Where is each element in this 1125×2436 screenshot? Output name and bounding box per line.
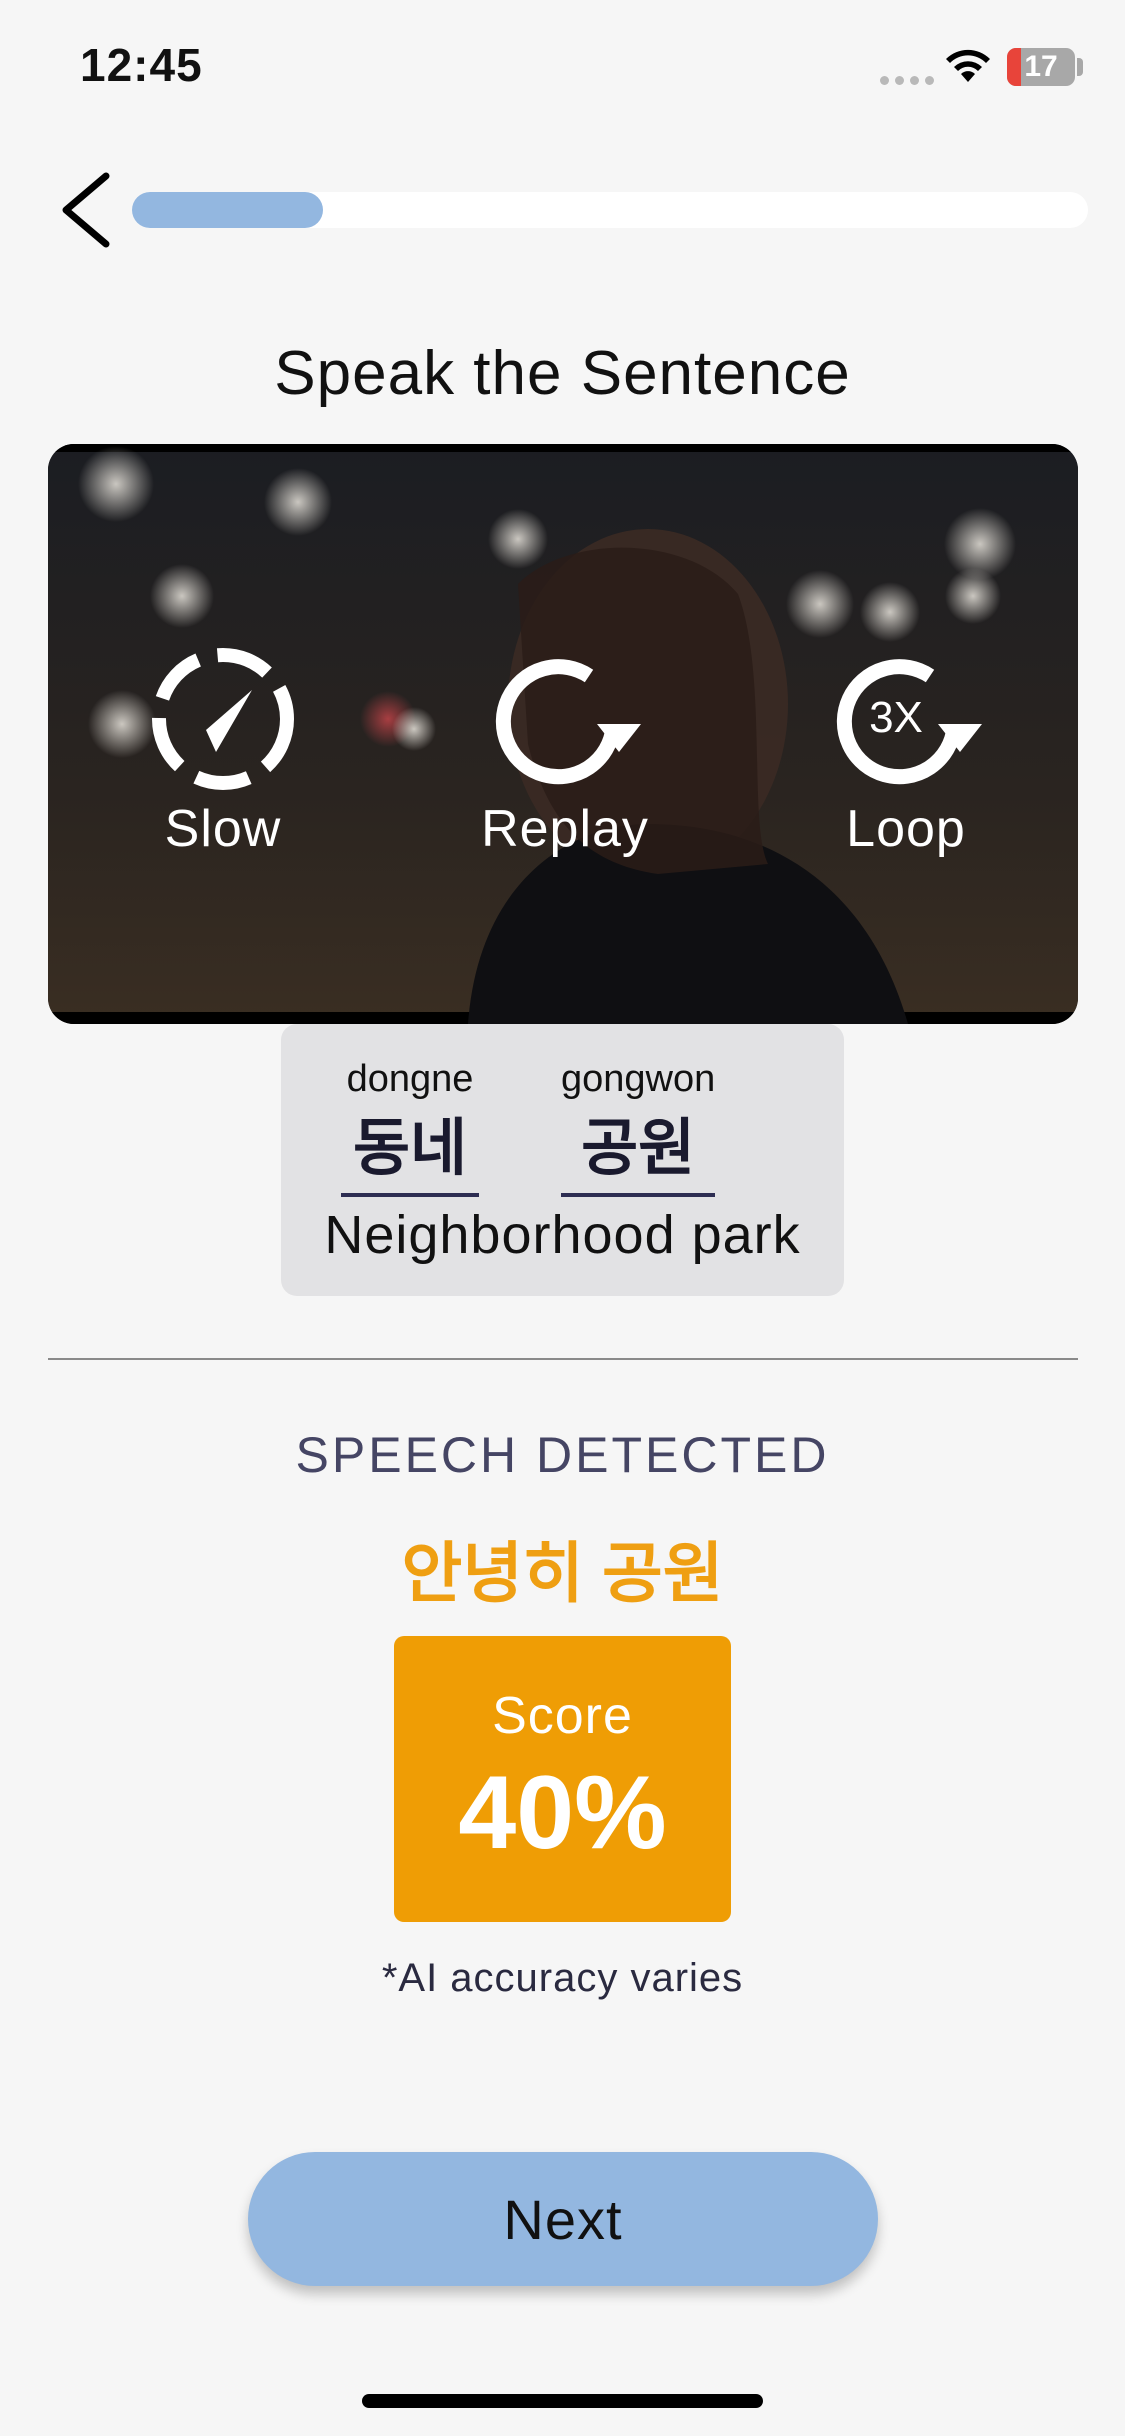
video-player[interactable]: Slow Replay 3X Loop	[48, 444, 1078, 1024]
page-title: Speak the Sentence	[274, 339, 851, 408]
loop-3x-icon: 3X	[836, 659, 982, 785]
slow-button[interactable]: Slow	[93, 644, 353, 859]
battery-indicator: 17	[1007, 48, 1075, 86]
section-divider	[48, 1358, 1078, 1360]
loop-label: Loop	[846, 800, 966, 858]
next-button[interactable]: Next	[248, 2152, 878, 2286]
lesson-progress-fill	[132, 192, 323, 228]
home-indicator[interactable]	[362, 2394, 763, 2408]
slow-label: Slow	[164, 800, 282, 858]
loop-button[interactable]: 3X Loop	[776, 644, 1036, 859]
detected-speech-text: 안녕히 공원	[401, 1536, 724, 1610]
score-value: 40%	[458, 1755, 667, 1871]
score-label: Score	[492, 1687, 633, 1745]
wifi-icon	[946, 49, 990, 82]
translation-text: Neighborhood park	[324, 1205, 801, 1265]
signal-dots-icon	[880, 76, 934, 85]
word-romanization: dongne	[346, 1058, 474, 1100]
replay-icon	[495, 659, 641, 785]
back-chevron-icon[interactable]	[52, 168, 122, 252]
replay-button[interactable]: Replay	[435, 644, 695, 859]
status-time: 12:45	[80, 39, 203, 91]
accuracy-disclaimer: *AI accuracy varies	[381, 1956, 744, 2000]
word-item[interactable]: dongne 동네	[341, 1058, 480, 1197]
score-box: Score 40%	[394, 1636, 731, 1922]
word-item[interactable]: gongwon 공원	[561, 1058, 716, 1197]
word-korean: 공원	[561, 1097, 716, 1197]
slow-speed-icon	[152, 648, 294, 790]
loop-icon-text: 3X	[869, 693, 923, 742]
replay-label: Replay	[481, 800, 649, 858]
battery-tip	[1077, 58, 1083, 76]
word-card: dongne 동네 gongwon 공원 Neighborhood park	[281, 1024, 844, 1296]
word-romanization: gongwon	[561, 1058, 716, 1100]
word-korean: 동네	[341, 1097, 480, 1197]
speech-detected-label: SPEECH DETECTED	[295, 1427, 830, 1483]
battery-level: 17	[1024, 50, 1058, 83]
